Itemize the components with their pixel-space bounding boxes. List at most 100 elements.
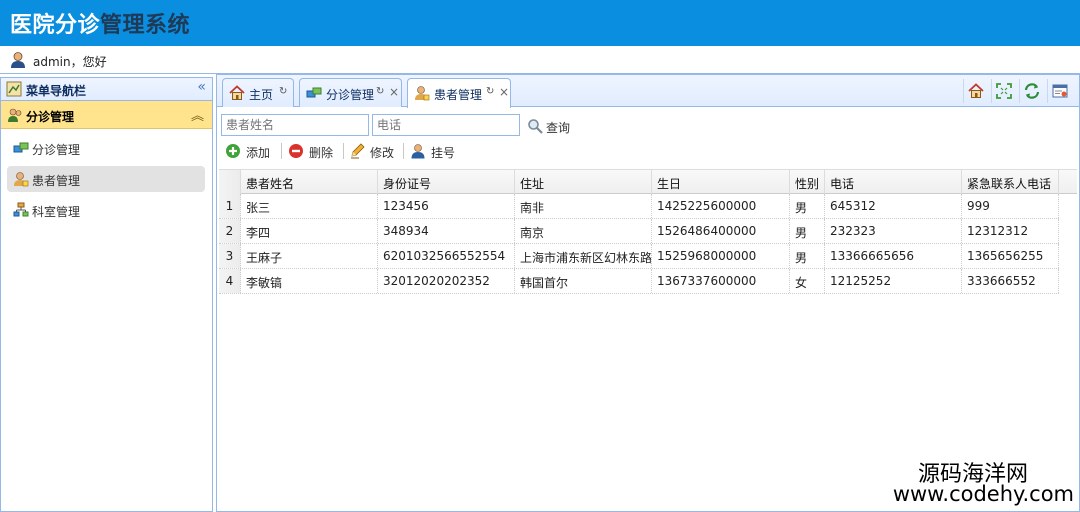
toolbar-divider (403, 143, 404, 159)
table-row[interactable]: 3 王麻子 6201032566552554 上海市浦东新区幻林东路 15259… (219, 244, 1059, 269)
close-icon[interactable]: × (389, 85, 399, 99)
row-number-header (219, 170, 241, 194)
table-cell: 女 (790, 269, 825, 293)
delete-button[interactable]: 删除 (284, 139, 340, 163)
home-icon (229, 85, 245, 100)
table-cell: 999 (962, 194, 1059, 218)
row-number: 4 (219, 269, 241, 293)
sidebar-item-departments[interactable]: 科室管理 (7, 197, 205, 223)
toolbar-divider (281, 143, 282, 159)
row-number: 3 (219, 244, 241, 268)
tab-bar: 主页 ↻ 分诊管理 ↻ × 患者管理 ↻ × (217, 75, 1079, 108)
refresh-button[interactable] (1019, 79, 1043, 103)
column-header[interactable]: 性别 (790, 170, 825, 194)
table-cell: 12125252 (825, 269, 962, 293)
exchange-icon (306, 87, 322, 98)
table-cell: 13366665656 (825, 244, 962, 268)
map-icon (6, 81, 22, 97)
sidebar-item-triage[interactable]: 分诊管理 (7, 135, 205, 161)
delete-label: 删除 (309, 146, 334, 160)
table-cell: 李敏镐 (241, 269, 378, 293)
main-panel: 主页 ↻ 分诊管理 ↻ × 患者管理 ↻ × 患者姓名 电话 查询 添加 删除 … (216, 74, 1080, 512)
table-cell: 韩国首尔 (515, 269, 652, 293)
patient-name-input[interactable] (221, 114, 369, 136)
table-cell: 333666552 (962, 269, 1059, 293)
refresh-icon[interactable]: ↻ (486, 86, 494, 97)
sidebar-item-patients[interactable]: 患者管理 (7, 166, 205, 192)
user-greeting: admin，您好 (33, 55, 107, 69)
table-row[interactable]: 1 张三 123456 南非 1425225600000 男 645312 99… (219, 194, 1059, 219)
accordion-section-header[interactable]: 分诊管理 ︽ (1, 101, 212, 129)
refresh-icon (1024, 83, 1040, 99)
table-cell: 男 (790, 219, 825, 243)
tab-home[interactable]: 主页 ↻ (222, 78, 294, 107)
app-title-part2: 管理系统 (100, 13, 191, 38)
delete-icon (289, 144, 303, 158)
table-cell: 王麻子 (241, 244, 378, 268)
table-cell: 1425225600000 (652, 194, 790, 218)
table-cell: 32012020202352 (378, 269, 515, 293)
column-header[interactable]: 身份证号 (378, 170, 515, 194)
tab-tools (963, 79, 1073, 103)
accordion-section-title: 分诊管理 (26, 110, 75, 124)
table-cell: 123456 (378, 194, 515, 218)
search-icon (528, 119, 543, 134)
add-icon (226, 144, 240, 158)
user-icon (411, 144, 425, 159)
edit-label: 修改 (370, 146, 395, 160)
row-number: 1 (219, 194, 241, 218)
home-icon (968, 83, 984, 98)
tab-label: 主页 (249, 88, 274, 102)
tab-patients[interactable]: 患者管理 ↻ × (407, 78, 511, 108)
refresh-icon[interactable]: ↻ (279, 86, 287, 97)
pencil-icon (351, 143, 365, 159)
chevron-up-icon[interactable]: ︽ (191, 105, 204, 124)
refresh-icon[interactable]: ↻ (376, 86, 384, 97)
table-cell: 12312312 (962, 219, 1059, 243)
table-cell: 男 (790, 194, 825, 218)
table-header: 患者姓名 身份证号 住址 生日 性别 电话 紧急联系人电话 (219, 169, 1077, 194)
table-cell: 1365656255 (962, 244, 1059, 268)
add-button[interactable]: 添加 (221, 139, 277, 163)
table-cell: 张三 (241, 194, 378, 218)
column-header[interactable]: 紧急联系人电话 (962, 170, 1059, 194)
fullscreen-button[interactable] (991, 79, 1015, 103)
table-cell: 男 (790, 244, 825, 268)
table-cell: 李四 (241, 219, 378, 243)
app-title: 医院分诊管理系统 (10, 7, 190, 39)
table-cell: 645312 (825, 194, 962, 218)
sidebar-item-label: 患者管理 (32, 174, 81, 188)
sidebar-item-label: 科室管理 (32, 205, 81, 219)
row-number: 2 (219, 219, 241, 243)
fullscreen-icon (996, 83, 1012, 99)
phone-input[interactable] (372, 114, 520, 136)
table-row[interactable]: 4 李敏镐 32012020202352 韩国首尔 1367337600000 … (219, 269, 1059, 294)
column-header[interactable]: 电话 (825, 170, 962, 194)
register-label: 挂号 (431, 146, 456, 160)
collapse-sidebar-icon[interactable]: « (197, 79, 206, 95)
app-header: 医院分诊管理系统 (0, 0, 1080, 46)
table-cell: 1525968000000 (652, 244, 790, 268)
close-icon[interactable]: × (499, 85, 509, 99)
table-row[interactable]: 2 李四 348934 南京 1526486400000 男 232323 12… (219, 219, 1059, 244)
table-cell: 上海市浦东新区幻林东路 (515, 244, 652, 268)
exchange-icon (13, 142, 29, 153)
add-label: 添加 (246, 146, 271, 160)
app-window: 医院分诊管理系统 admin，您好 菜单导航栏 « 分诊管理 ︽ 分诊管理 患者… (0, 0, 1080, 512)
column-header[interactable]: 住址 (515, 170, 652, 194)
toolbar-divider (343, 143, 344, 159)
tab-label: 分诊管理 (326, 88, 375, 102)
sidebar-item-label: 分诊管理 (32, 143, 81, 157)
edit-button[interactable]: 修改 (345, 139, 401, 163)
home-button[interactable] (963, 79, 987, 103)
tab-triage[interactable]: 分诊管理 ↻ × (299, 78, 402, 107)
table-cell: 南非 (515, 194, 652, 218)
column-header[interactable]: 生日 (652, 170, 790, 194)
user-icon (11, 52, 25, 68)
users-icon (8, 108, 22, 122)
patient-icon (415, 86, 430, 101)
tab-label: 患者管理 (434, 88, 483, 102)
register-button[interactable]: 挂号 (406, 139, 462, 163)
window-button[interactable] (1047, 79, 1071, 103)
column-header[interactable]: 患者姓名 (241, 170, 378, 194)
